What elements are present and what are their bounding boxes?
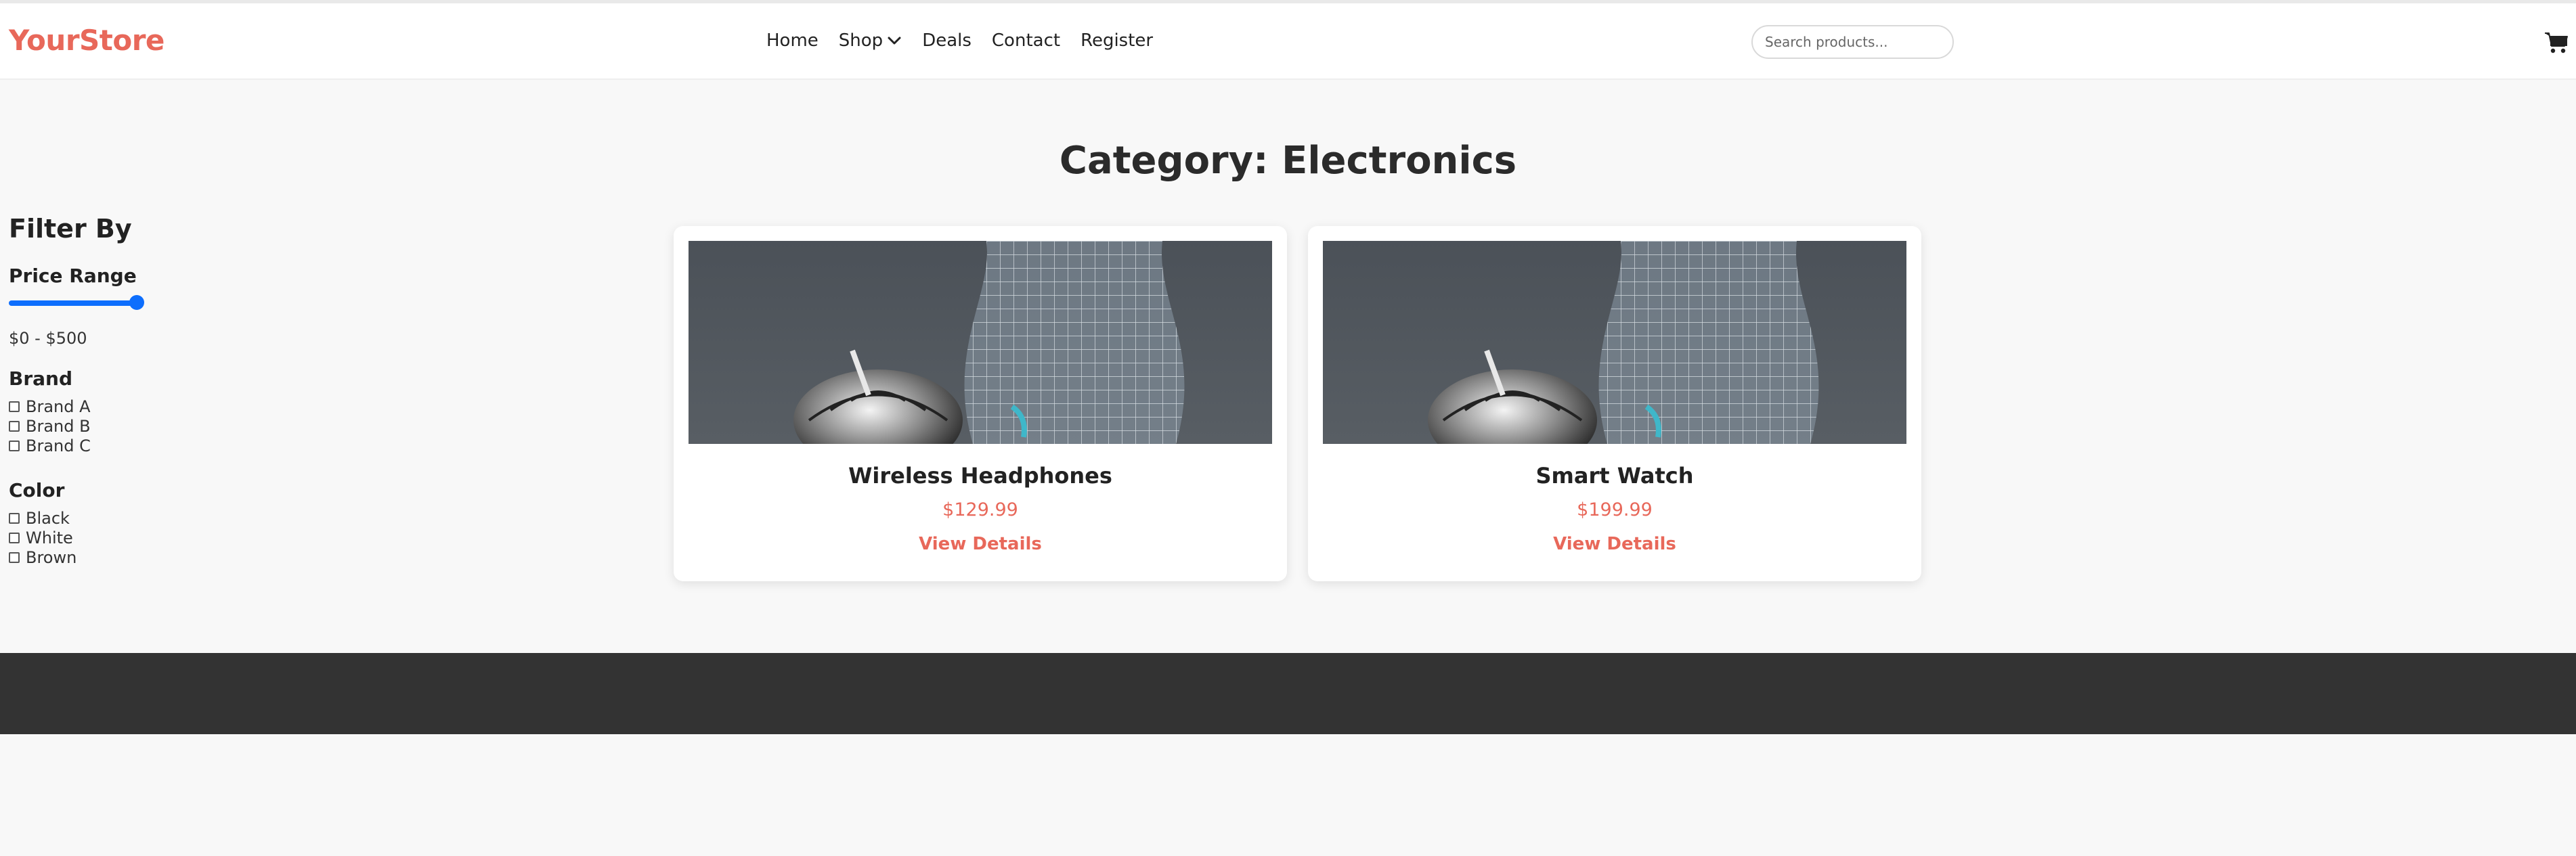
checkbox[interactable] [9,513,20,524]
nav-home[interactable]: Home [766,30,818,51]
main-nav: Home Shop Deals Contact Register [766,30,1153,51]
brand-option-label: Brand B [26,417,91,436]
color-label: Color [9,479,65,501]
product-image [1323,241,1906,444]
nav-shop-label: Shop [838,30,883,51]
site-header: YourStore Home Shop Deals Contact Regist… [0,3,2576,80]
color-option-brown[interactable]: Brown [9,548,77,567]
checkbox[interactable] [9,441,20,451]
price-range-label: Price Range [9,265,137,287]
product-price: $199.99 [1577,499,1653,520]
brand-option-b[interactable]: Brand B [9,417,91,436]
nav-register-label: Register [1080,30,1154,51]
brand-option-label: Brand C [26,436,91,455]
brand-option-a[interactable]: Brand A [9,397,91,416]
nav-contact-label: Contact [991,30,1061,51]
product-price: $129.99 [942,499,1018,520]
filter-sidebar: Filter By Price Range $0 - $500 Brand Br… [9,214,212,567]
nav-home-label: Home [766,30,818,51]
checkbox[interactable] [9,401,20,412]
color-option-label: White [26,528,73,547]
color-option-label: Brown [26,548,77,567]
nav-contact[interactable]: Contact [992,30,1060,51]
site-footer [0,653,2576,734]
color-option-label: Black [26,509,70,528]
nav-shop[interactable]: Shop [839,30,902,51]
view-details-link[interactable]: View Details [674,534,1287,554]
product-card[interactable]: Wireless Headphones $129.99 View Details [674,226,1287,581]
shopping-cart-icon[interactable] [2544,30,2569,55]
checkbox[interactable] [9,552,20,563]
search-input[interactable] [1751,25,1954,59]
product-name: Smart Watch [1535,463,1694,489]
view-details-link[interactable]: View Details [1308,534,1921,554]
product-card[interactable]: Smart Watch $199.99 View Details [1308,226,1921,581]
brand-label: Brand [9,367,73,390]
site-logo[interactable]: YourStore [9,24,165,57]
price-range-value: $0 - $500 [9,329,87,348]
filter-title: Filter By [9,214,132,244]
slider-thumb[interactable] [129,295,144,310]
nav-register[interactable]: Register [1080,30,1153,51]
price-range-slider[interactable] [9,295,144,311]
brand-option-label: Brand A [26,397,91,416]
nav-deals[interactable]: Deals [922,30,972,51]
page-title: Category: Electronics [1059,139,1517,183]
checkbox[interactable] [9,421,20,432]
checkbox[interactable] [9,533,20,543]
color-option-black[interactable]: Black [9,509,70,528]
product-image [689,241,1272,444]
color-option-white[interactable]: White [9,528,73,547]
nav-deals-label: Deals [922,30,972,51]
slider-track [9,300,137,306]
chevron-down-icon [887,30,902,51]
brand-option-c[interactable]: Brand C [9,436,91,455]
product-name: Wireless Headphones [848,463,1112,489]
